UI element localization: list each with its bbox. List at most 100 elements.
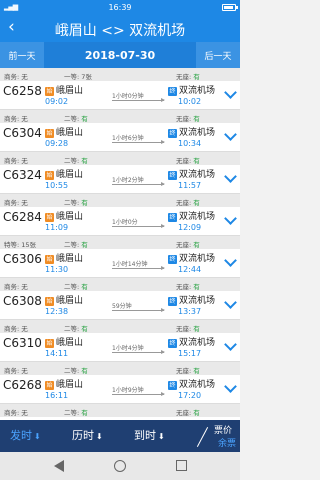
departure-time: 10:55 [45, 181, 69, 190]
seat-noseat: 无座: 有 [176, 325, 200, 333]
train-row[interactable]: C6258 始峨眉山 09:02 1小时0分钟 终双流机场 10:02 [0, 81, 240, 110]
seat-noseat: 无座: 有 [176, 199, 200, 207]
start-tag: 始 [45, 213, 54, 222]
sort-duration-tab[interactable]: 历时 ⬇ [72, 427, 103, 443]
arrival-station: 终双流机场 [168, 296, 216, 306]
expand-chevron-icon[interactable] [224, 338, 237, 351]
sort-arrival-tab[interactable]: 到时 ⬇ [134, 427, 165, 443]
end-tag: 终 [168, 171, 177, 180]
route-arrow [112, 392, 165, 396]
train-row[interactable]: C6306 始峨眉山 11:30 1小时14分钟 终双流机场 12:44 [0, 249, 240, 278]
date-picker[interactable]: 2018-07-30 [44, 49, 196, 62]
seat-second: 二等: 有 [64, 115, 88, 123]
duration: 1小时0分 [112, 219, 138, 226]
seat-second: 二等: 有 [64, 283, 88, 291]
departure-station: 始峨眉山 [45, 380, 84, 390]
expand-chevron-icon[interactable] [224, 380, 237, 393]
duration: 1小时2分钟 [112, 177, 144, 184]
departure-time: 14:11 [45, 349, 69, 358]
app-header: ‹ 峨眉山 <> 双流机场 [0, 14, 240, 42]
seat-second: 二等: 有 [64, 325, 88, 333]
sort-bar: 发时 ⬇ 历时 ⬇ 到时 ⬇ 票价 余票 [0, 420, 240, 452]
seat-row: 商务: 无 二等: 有 无座: 有 [0, 194, 240, 207]
train-list[interactable]: 商务: 无 一等: 7张 无座: 有 C6258 始峨眉山 09:02 1小时0分钟终… [0, 68, 240, 420]
end-tag: 终 [168, 339, 177, 348]
end-tag: 终 [168, 255, 177, 264]
end-tag: 终 [168, 87, 177, 96]
start-tag: 始 [45, 171, 54, 180]
seat-row: 商务: 无 二等: 有 无座: 有 [0, 362, 240, 375]
route-arrow [112, 266, 165, 270]
end-tag: 终 [168, 381, 177, 390]
sort-down-icon: ⬇ [34, 432, 41, 441]
expand-chevron-icon[interactable] [224, 128, 237, 141]
seat-noseat: 无座: 有 [176, 157, 200, 165]
departure-time: 12:38 [45, 307, 69, 316]
seat-noseat: 无座: 有 [176, 283, 200, 291]
start-tag: 始 [45, 255, 54, 264]
duration: 1小时6分钟 [112, 135, 144, 142]
seat-row: 商务: 无 二等: 有 无座: 有 [0, 152, 240, 165]
seat-business: 商务: 无 [4, 115, 28, 123]
seat-row: 商务: 无 二等: 有 无座: 有 [0, 278, 240, 291]
duration: 59分钟 [112, 303, 132, 310]
arrival-station: 终双流机场 [168, 128, 216, 138]
route-arrow [112, 350, 165, 354]
arrival-station: 终双流机场 [168, 212, 216, 222]
start-tag: 始 [45, 129, 54, 138]
train-row[interactable]: C6284 始峨眉山 11:09 1小时0分 终双流机场 12:09 [0, 207, 240, 236]
prev-day-button[interactable]: 前一天 [0, 42, 44, 68]
end-tag: 终 [168, 129, 177, 138]
expand-chevron-icon[interactable] [224, 296, 237, 309]
battery-icon [222, 3, 238, 11]
arrival-station: 终双流机场 [168, 86, 216, 96]
nav-back-icon[interactable] [54, 460, 64, 472]
expand-chevron-icon[interactable] [224, 170, 237, 183]
expand-chevron-icon[interactable] [224, 254, 237, 267]
sort-down-icon: ⬇ [96, 432, 103, 441]
seat-business: 商务: 无 [4, 325, 28, 333]
train-row[interactable]: C6310 始峨眉山 14:11 1小时4分钟 终双流机场 15:17 [0, 333, 240, 362]
expand-chevron-icon[interactable] [224, 86, 237, 99]
arrival-time: 10:34 [178, 139, 202, 148]
departure-station: 始峨眉山 [45, 170, 84, 180]
nav-home-icon[interactable] [114, 460, 126, 472]
seat-row: 商务: 无 二等: 有 无座: 有 [0, 110, 240, 123]
departure-station: 始峨眉山 [45, 296, 84, 306]
expand-chevron-icon[interactable] [224, 212, 237, 225]
train-row[interactable]: C6304 始峨眉山 09:28 1小时6分钟 终双流机场 10:34 [0, 123, 240, 152]
arrival-time: 11:57 [178, 181, 202, 190]
nav-recents-icon[interactable] [176, 460, 187, 471]
seat-business: 商务: 无 [4, 157, 28, 165]
seat-second: 二等: 有 [64, 409, 88, 417]
arrival-time: 12:44 [178, 265, 202, 274]
departure-time: 11:09 [45, 223, 69, 232]
route-arrow [112, 224, 165, 228]
system-nav-bar [0, 452, 240, 480]
start-tag: 始 [45, 339, 54, 348]
seat-row: 商务: 无 一等: 7张 无座: 有 [0, 68, 240, 81]
start-tag: 始 [45, 297, 54, 306]
train-number: C6268 [3, 378, 42, 392]
end-tag: 终 [168, 213, 177, 222]
seat-business: 商务: 无 [4, 367, 28, 375]
train-row[interactable]: C6324 始峨眉山 10:55 1小时2分钟 终双流机场 11:57 [0, 165, 240, 194]
sort-departure-tab[interactable]: 发时 ⬇ [10, 427, 41, 443]
fare-toggle[interactable]: 票价 余票 [190, 422, 240, 450]
page-title: 峨眉山 <> 双流机场 [54, 23, 186, 39]
departure-time: 09:28 [45, 139, 69, 148]
route-arrow [112, 140, 165, 144]
arrival-station: 终双流机场 [168, 338, 216, 348]
seat-second: 二等: 有 [64, 241, 88, 249]
status-bar: ▂▄▆ 16:39 [0, 0, 240, 14]
departure-station: 始峨眉山 [45, 254, 84, 264]
start-tag: 始 [45, 87, 54, 96]
train-row[interactable]: C6268 始峨眉山 16:11 1小时9分钟 终双流机场 17:20 [0, 375, 240, 404]
arrival-time: 10:02 [178, 97, 202, 106]
next-day-button[interactable]: 后一天 [196, 42, 240, 68]
train-row[interactable]: C6308 始峨眉山 12:38 59分钟 终双流机场 13:37 [0, 291, 240, 320]
duration: 1小时14分钟 [112, 261, 148, 268]
seat-row: 特等: 15张 二等: 有 无座: 有 [0, 236, 240, 249]
departure-station: 始峨眉山 [45, 212, 84, 222]
sort-down-icon: ⬇ [158, 432, 165, 441]
